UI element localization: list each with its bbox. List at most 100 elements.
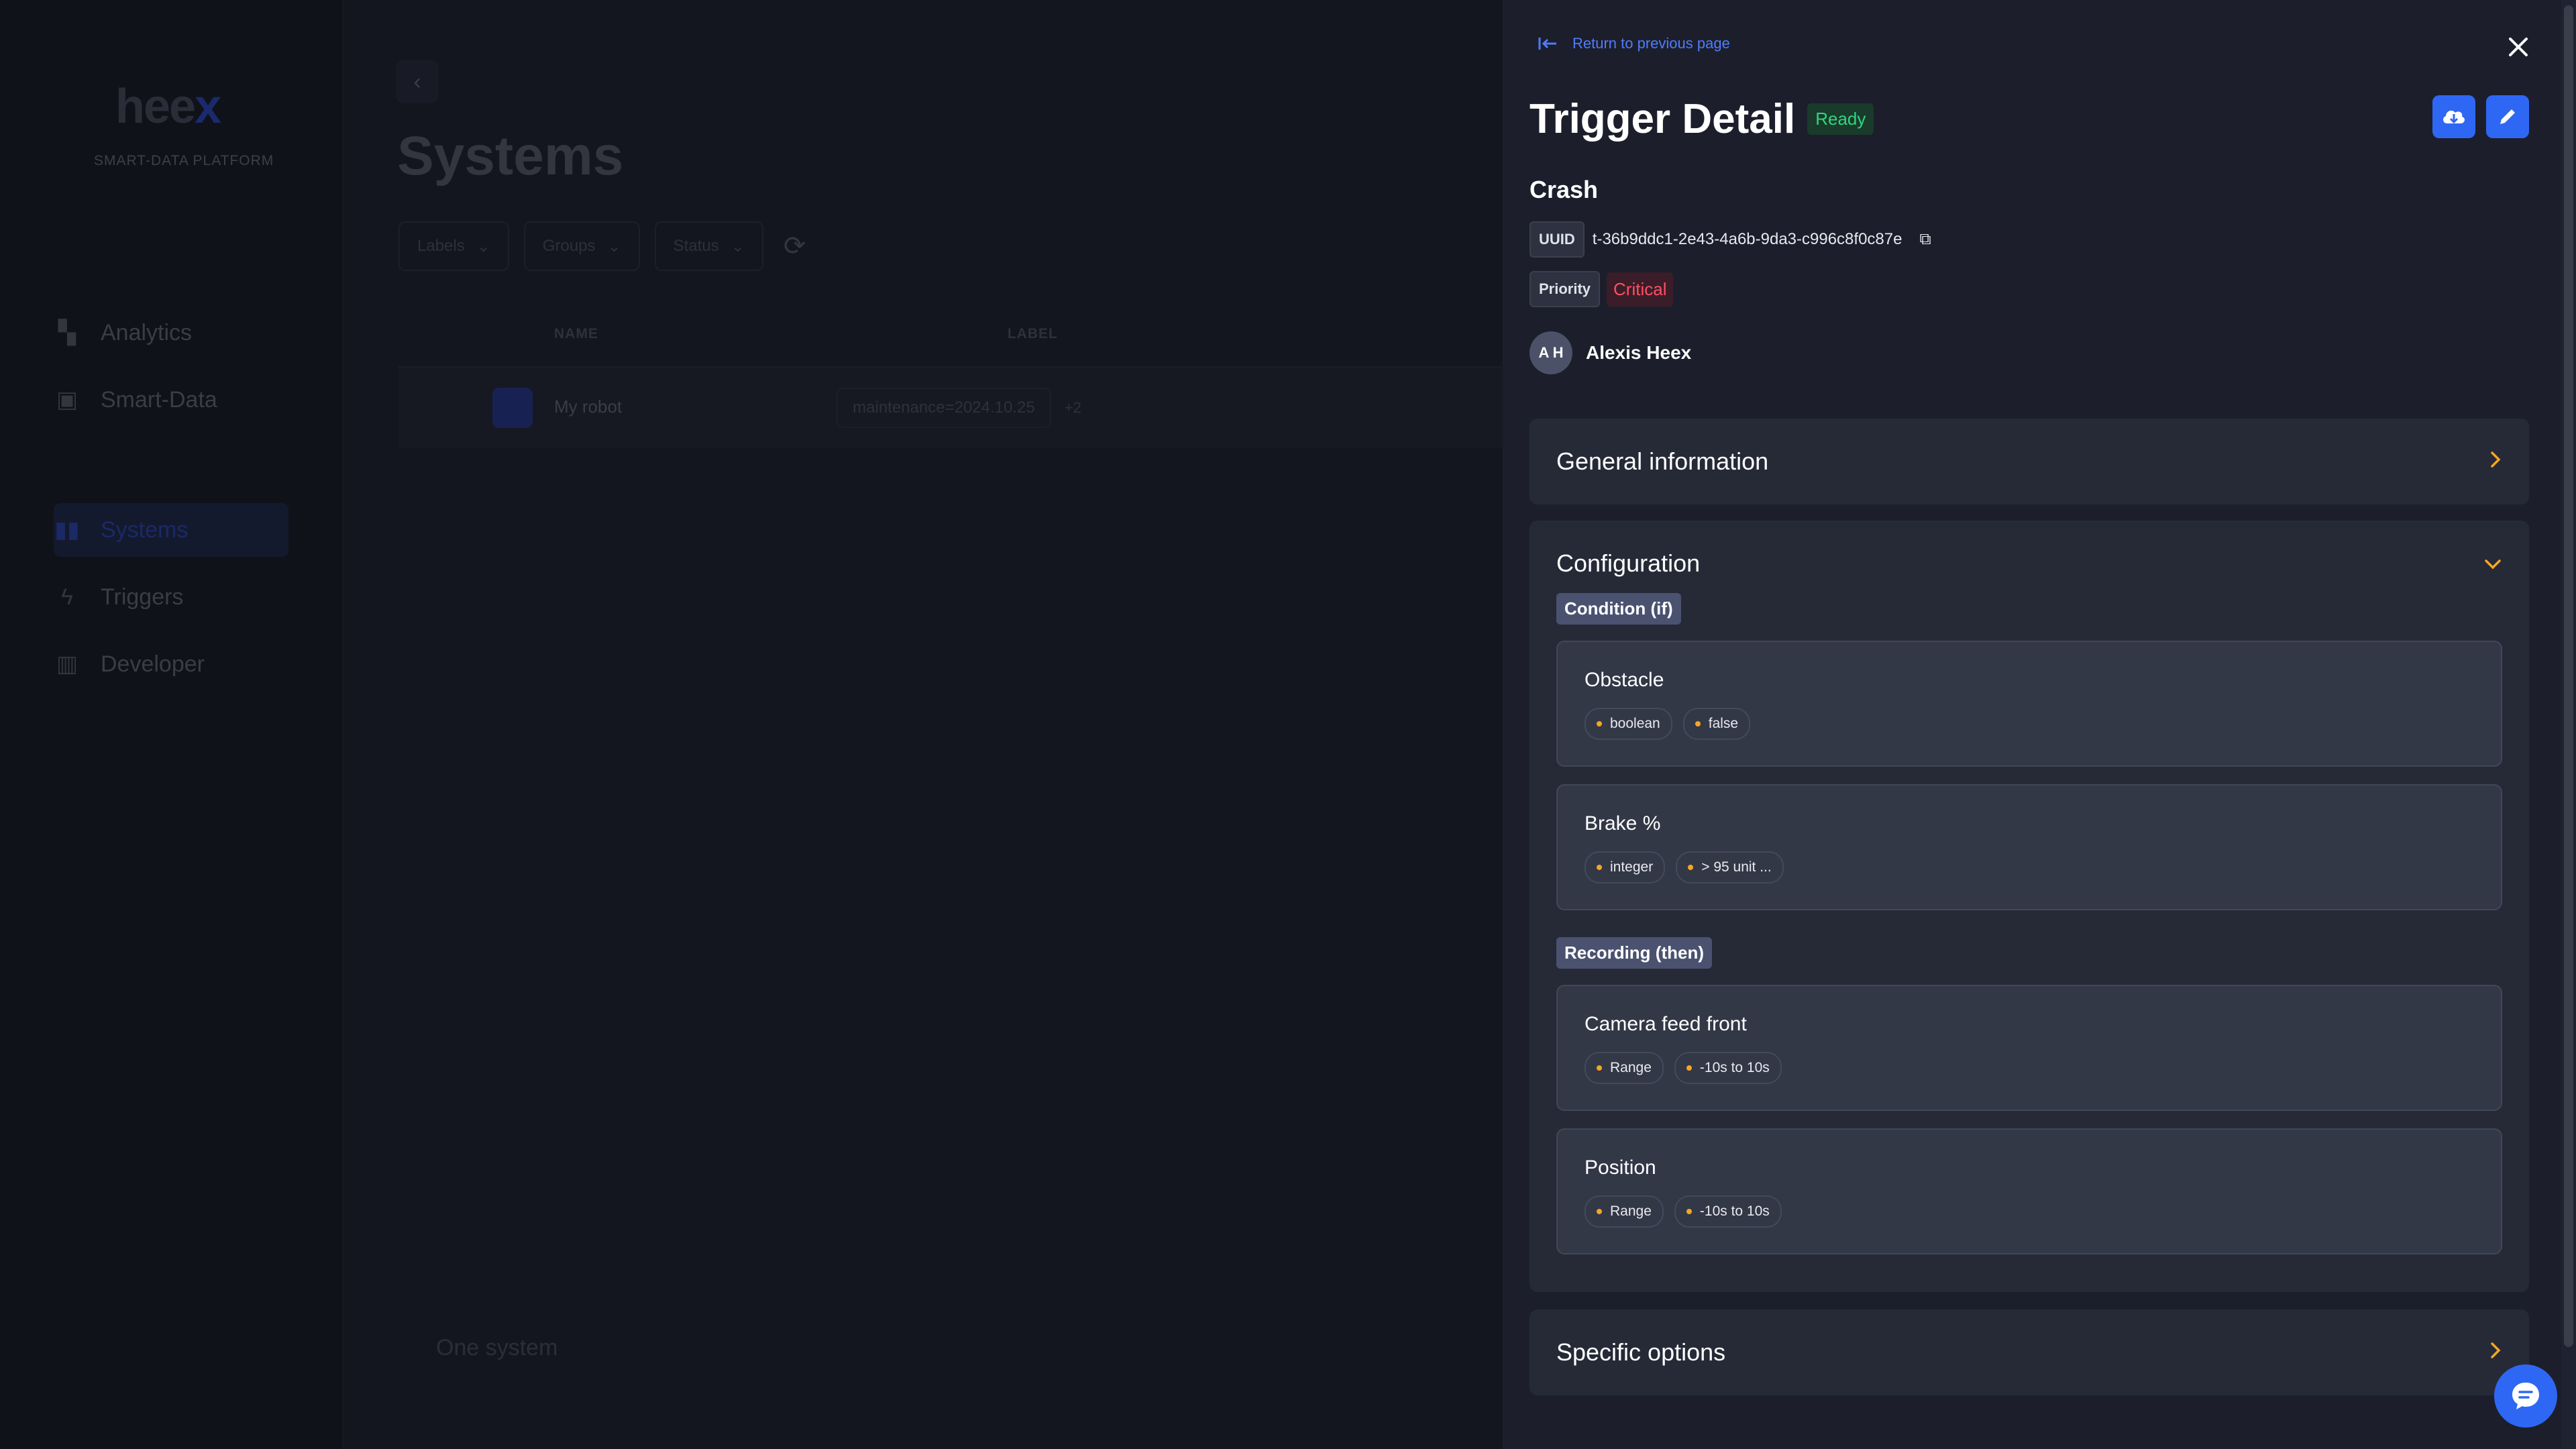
close-icon [2509, 38, 2528, 56]
refresh-icon[interactable]: ⟳ [784, 231, 806, 262]
general-information-section[interactable]: General information [1529, 419, 2529, 504]
chat-button[interactable] [2494, 1364, 2557, 1428]
sidebar-item-label: Triggers [101, 584, 184, 610]
background-app: heex SMART-DATA PLATFORM ▚ Analytics ▣ S… [0, 0, 1539, 1449]
analytics-icon: ▚ [58, 320, 76, 345]
sidebar-item-label: Smart-Data [101, 386, 217, 413]
filter-label: Labels [417, 237, 465, 255]
chevron-down-icon [2483, 551, 2502, 577]
uuid-label: UUID [1529, 221, 1585, 258]
tag-text: integer [1610, 859, 1654, 875]
owner-name: Alexis Heex [1586, 342, 1692, 363]
dot-icon [1597, 1065, 1602, 1071]
return-link-label: Return to previous page [1572, 35, 1730, 52]
tag-pill: boolean [1585, 708, 1672, 740]
dot-icon [1688, 865, 1694, 870]
robot-icon [492, 388, 533, 428]
avatar: A H [1529, 331, 1572, 374]
sidebar-item-label: Analytics [101, 319, 193, 345]
filter-groups[interactable]: Groups ⌄ [523, 221, 640, 271]
sidebar-item-label: Developer [101, 651, 205, 677]
card-tags: boolean false [1585, 708, 1751, 740]
filter-label: Status [673, 237, 719, 255]
card-title: Obstacle [1585, 669, 1664, 691]
tag-text: -10s to 10s [1699, 1203, 1770, 1219]
sidebar-item-triggers[interactable]: ϟ Triggers [54, 570, 288, 624]
tag-text: false [1708, 716, 1739, 731]
back-button[interactable]: ‹ [396, 60, 439, 103]
robot-name: My robot [554, 396, 623, 417]
tag-pill: > 95 unit ... [1676, 851, 1784, 883]
condition-tag: Condition (if) [1556, 593, 1681, 625]
recording-card: Position Range -10s to 10s [1556, 1128, 2502, 1254]
card-title: Brake % [1585, 812, 1661, 835]
tag-pill: Range [1585, 1052, 1664, 1084]
tag-text: -10s to 10s [1699, 1060, 1770, 1075]
filter-labels[interactable]: Labels ⌄ [398, 221, 509, 271]
chat-icon [2512, 1383, 2539, 1409]
cloud-download-icon [2443, 110, 2465, 124]
chevron-left-icon: ‹ [413, 68, 421, 95]
owner-row: A H Alexis Heex [1529, 331, 1691, 374]
robot-info: My robot [554, 396, 622, 420]
priority-label: Priority [1529, 271, 1601, 307]
card-tags: Range -10s to 10s [1585, 1195, 1782, 1228]
sidebar: heex SMART-DATA PLATFORM ▚ Analytics ▣ S… [0, 0, 343, 1449]
table-header: NAME LABEL [398, 302, 1539, 368]
trigger-name: Crash [1529, 176, 1599, 203]
return-arrow-icon [1538, 38, 1556, 50]
section-title: Specific options [1556, 1338, 1726, 1366]
chevron-right-icon [2489, 1340, 2502, 1366]
tag-text: > 95 unit ... [1701, 859, 1772, 875]
column-header-name: NAME [554, 326, 598, 341]
tag-text: Range [1610, 1060, 1652, 1075]
recording-tag: Recording (then) [1556, 937, 1712, 969]
status-badge: Ready [1807, 103, 1874, 135]
chevron-right-icon [2489, 449, 2502, 475]
accordion-header[interactable]: General information [1529, 419, 2529, 504]
dot-icon [1686, 1209, 1692, 1214]
uuid-value: t-36b9ddc1-2e43-4a6b-9da3-c996c8f0c87e [1592, 230, 1902, 248]
more-labels-count: +2 [1064, 399, 1081, 416]
sidebar-item-smart-data[interactable]: ▣ Smart-Data [54, 373, 288, 427]
sidebar-item-systems[interactable]: ▮▮ Systems [54, 503, 288, 557]
drawer-scrollbar[interactable] [2561, 0, 2576, 1449]
filter-status[interactable]: Status ⌄ [654, 221, 763, 271]
sidebar-item-label: Systems [101, 517, 189, 543]
card-title: Camera feed front [1585, 1013, 1747, 1035]
close-button[interactable] [2500, 28, 2537, 66]
sidebar-item-developer[interactable]: ▥ Developer [54, 637, 288, 691]
column-header-label: LABEL [1007, 326, 1058, 341]
filter-label: Groups [542, 237, 596, 255]
developer-icon: ▥ [56, 651, 78, 677]
dot-icon [1695, 721, 1701, 727]
tag-text: boolean [1610, 716, 1660, 731]
tag-pill: false [1682, 708, 1751, 740]
accordion-header[interactable]: Specific options [1529, 1309, 2529, 1395]
dot-icon [1597, 1209, 1602, 1214]
recording-card: Camera feed front Range -10s to 10s [1556, 985, 2502, 1111]
tag-pill: -10s to 10s [1674, 1195, 1782, 1228]
return-link[interactable]: Return to previous page [1538, 35, 1730, 52]
sidebar-item-analytics[interactable]: ▚ Analytics [54, 306, 288, 360]
download-button[interactable] [2432, 95, 2475, 138]
uuid-row: UUID t-36b9ddc1-2e43-4a6b-9da3-c996c8f0c… [1529, 221, 1931, 258]
systems-table: NAME LABEL My robot maintenance=2024.10.… [398, 302, 1539, 448]
table-row[interactable]: My robot maintenance=2024.10.25 +2 [398, 368, 1539, 448]
tag-pill: integer [1585, 851, 1666, 883]
systems-icon: ▮▮ [54, 517, 80, 543]
specific-options-section[interactable]: Specific options [1529, 1309, 2529, 1395]
edit-button[interactable] [2486, 95, 2529, 138]
tag-pill: -10s to 10s [1674, 1052, 1782, 1084]
scrollbar-thumb[interactable] [2564, 5, 2573, 1347]
tag-text: Range [1610, 1203, 1652, 1219]
card-title: Position [1585, 1157, 1656, 1179]
dot-icon [1686, 1065, 1692, 1071]
dot-icon [1597, 721, 1602, 727]
configuration-section: Configuration Condition (if) Obstacle bo… [1529, 521, 2529, 1292]
priority-row: Priority Critical [1529, 271, 1674, 307]
title-row: Trigger Detail Ready [1529, 95, 1874, 143]
dot-icon [1597, 865, 1602, 870]
chevron-down-icon: ⌄ [476, 237, 490, 256]
copy-icon[interactable]: ⧉ [1919, 230, 1931, 249]
